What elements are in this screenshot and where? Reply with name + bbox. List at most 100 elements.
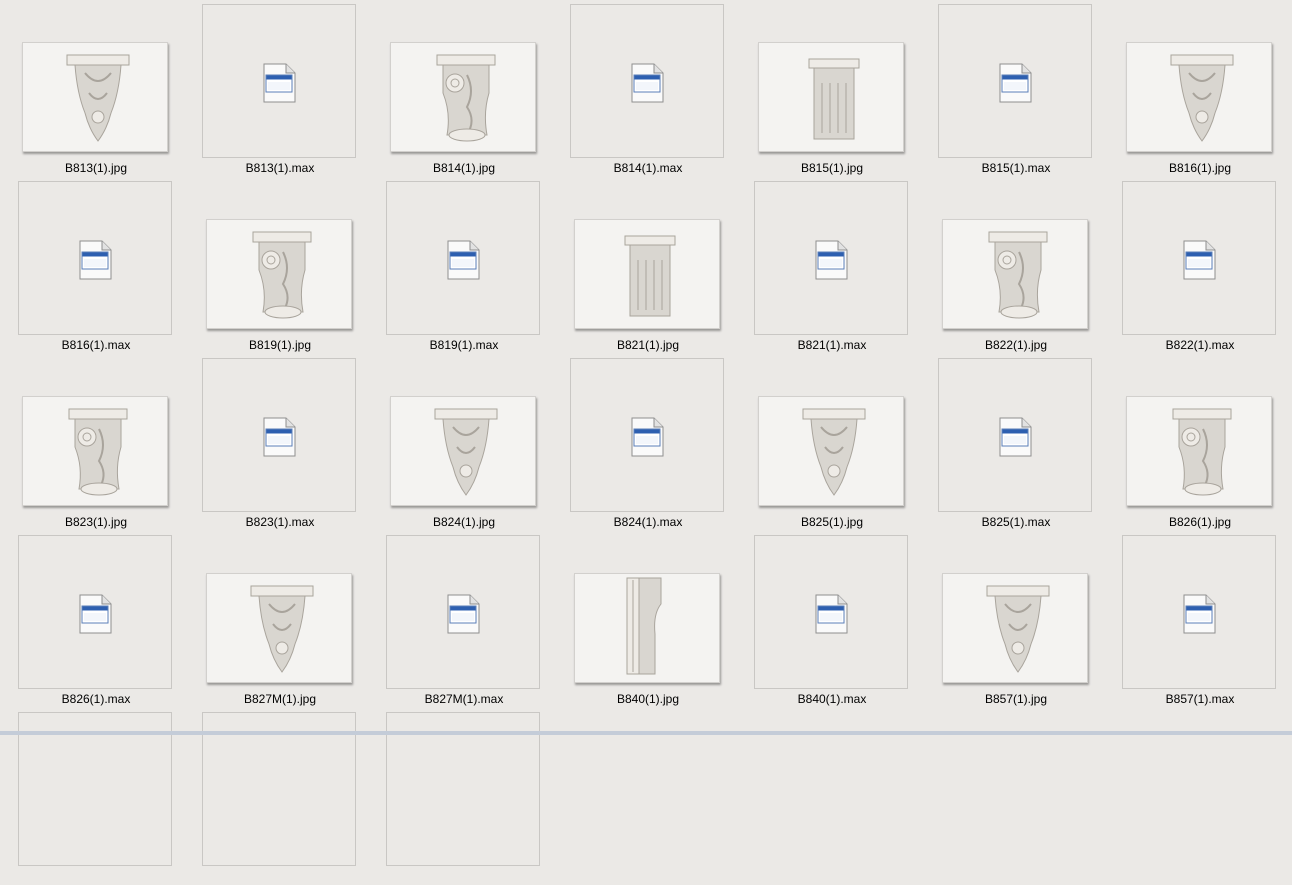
- file-name-label: B814(1).max: [613, 161, 683, 175]
- max-file-item[interactable]: B824(1).max: [556, 354, 740, 531]
- image-file-item[interactable]: B819(1).jpg: [188, 177, 372, 354]
- corbel-thumbnail: [434, 408, 498, 496]
- max-file-icon: [263, 417, 296, 457]
- file-name-label: B822(1).max: [1165, 338, 1235, 352]
- max-file-icon: [447, 594, 480, 634]
- max-file-icon: [631, 63, 664, 103]
- image-thumbnail: [758, 42, 904, 152]
- image-thumbnail: [22, 42, 168, 152]
- file-name-label: B815(1).max: [981, 161, 1051, 175]
- image-thumbnail: [390, 42, 536, 152]
- max-file-item[interactable]: B823(1).max: [188, 354, 372, 531]
- file-name-label: B824(1).jpg: [432, 515, 496, 529]
- image-file-item[interactable]: B822(1).jpg: [924, 177, 1108, 354]
- image-thumbnail: [942, 573, 1088, 683]
- file-grid: B813(1).jpg B813(1).max B814(1).jpg B814(1)…: [0, 0, 1292, 866]
- image-file-item[interactable]: B823(1).jpg: [4, 354, 188, 531]
- file-thumbnail-frame: [18, 181, 172, 335]
- image-thumbnail: [22, 396, 168, 506]
- max-file-icon: [815, 240, 848, 280]
- max-file-item[interactable]: B840(1).max: [740, 531, 924, 708]
- image-file-item[interactable]: B825(1).jpg: [740, 354, 924, 531]
- image-thumbnail: [758, 396, 904, 506]
- image-thumbnail: [1126, 396, 1272, 506]
- file-name-label: B815(1).jpg: [800, 161, 864, 175]
- image-thumbnail: [942, 219, 1088, 329]
- image-thumbnail: [206, 219, 352, 329]
- image-thumbnail: [390, 396, 536, 506]
- file-name-label: B816(1).max: [61, 338, 131, 352]
- file-name-label: B826(1).max: [61, 692, 131, 706]
- max-file-icon: [1183, 594, 1216, 634]
- file-name-label: B819(1).jpg: [248, 338, 312, 352]
- corbel-thumbnail: [250, 585, 314, 673]
- corbel-thumbnail: [626, 577, 662, 675]
- file-name-label: B826(1).jpg: [1168, 515, 1232, 529]
- corbel-thumbnail: [808, 58, 860, 140]
- corbel-thumbnail: [66, 54, 130, 142]
- max-file-icon: [815, 594, 848, 634]
- corbel-thumbnail: [1170, 54, 1234, 142]
- image-thumbnail: [574, 573, 720, 683]
- file-name-label: B821(1).max: [797, 338, 867, 352]
- file-name-label: B825(1).jpg: [800, 515, 864, 529]
- scrollbar-edge: [0, 731, 1292, 735]
- file-name-label: B813(1).max: [245, 161, 315, 175]
- max-file-item[interactable]: B813(1).max: [188, 0, 372, 177]
- file-name-label: B857(1).max: [1165, 692, 1235, 706]
- file-thumbnail-frame: [386, 535, 540, 689]
- corbel-thumbnail: [802, 408, 866, 496]
- image-file-item[interactable]: B826(1).jpg: [1108, 354, 1292, 531]
- corbel-thumbnail: [988, 231, 1048, 319]
- max-file-icon: [447, 240, 480, 280]
- image-thumbnail: [574, 219, 720, 329]
- image-thumbnail: [206, 573, 352, 683]
- max-file-item[interactable]: B826(1).max: [4, 531, 188, 708]
- max-file-icon: [79, 240, 112, 280]
- max-file-item[interactable]: B825(1).max: [924, 354, 1108, 531]
- image-file-item[interactable]: B827M(1).jpg: [188, 531, 372, 708]
- image-file-item[interactable]: B816(1).jpg: [1108, 0, 1292, 177]
- max-file-item[interactable]: B816(1).max: [4, 177, 188, 354]
- image-file-item[interactable]: B824(1).jpg: [372, 354, 556, 531]
- image-file-item[interactable]: B821(1).jpg: [556, 177, 740, 354]
- file-name-label: B827M(1).jpg: [243, 692, 317, 706]
- max-file-icon: [79, 594, 112, 634]
- file-name-label: B857(1).jpg: [984, 692, 1048, 706]
- file-name-label: B840(1).max: [797, 692, 867, 706]
- max-file-item[interactable]: B814(1).max: [556, 0, 740, 177]
- max-file-item[interactable]: B819(1).max: [372, 177, 556, 354]
- corbel-thumbnail: [68, 408, 128, 496]
- corbel-thumbnail: [252, 231, 312, 319]
- corbel-thumbnail: [624, 235, 676, 317]
- max-file-item[interactable]: B822(1).max: [1108, 177, 1292, 354]
- image-file-item[interactable]: B814(1).jpg: [372, 0, 556, 177]
- file-name-label: B827M(1).max: [424, 692, 504, 706]
- file-thumbnail-frame: [386, 712, 540, 866]
- max-file-icon: [999, 63, 1032, 103]
- file-name-label: B814(1).jpg: [432, 161, 496, 175]
- file-thumbnail-frame: [18, 535, 172, 689]
- max-file-icon: [631, 417, 664, 457]
- file-name-label: B823(1).max: [245, 515, 315, 529]
- file-thumbnail-frame: [202, 712, 356, 866]
- file-name-label: B822(1).jpg: [984, 338, 1048, 352]
- file-thumbnail-frame: [18, 712, 172, 866]
- image-thumbnail: [1126, 42, 1272, 152]
- file-name-label: B840(1).jpg: [616, 692, 680, 706]
- max-file-item[interactable]: B821(1).max: [740, 177, 924, 354]
- max-file-item[interactable]: B827M(1).max: [372, 531, 556, 708]
- corbel-thumbnail: [986, 585, 1050, 673]
- corbel-thumbnail: [436, 54, 496, 142]
- file-thumbnail-frame: [570, 4, 724, 158]
- file-thumbnail-frame: [1122, 535, 1276, 689]
- max-file-item[interactable]: B857(1).max: [1108, 531, 1292, 708]
- max-file-item[interactable]: B815(1).max: [924, 0, 1108, 177]
- file-name-label: B816(1).jpg: [1168, 161, 1232, 175]
- image-file-item[interactable]: B813(1).jpg: [4, 0, 188, 177]
- image-file-item[interactable]: B857(1).jpg: [924, 531, 1108, 708]
- image-file-item[interactable]: B815(1).jpg: [740, 0, 924, 177]
- file-name-label: B823(1).jpg: [64, 515, 128, 529]
- file-thumbnail-frame: [938, 358, 1092, 512]
- image-file-item[interactable]: B840(1).jpg: [556, 531, 740, 708]
